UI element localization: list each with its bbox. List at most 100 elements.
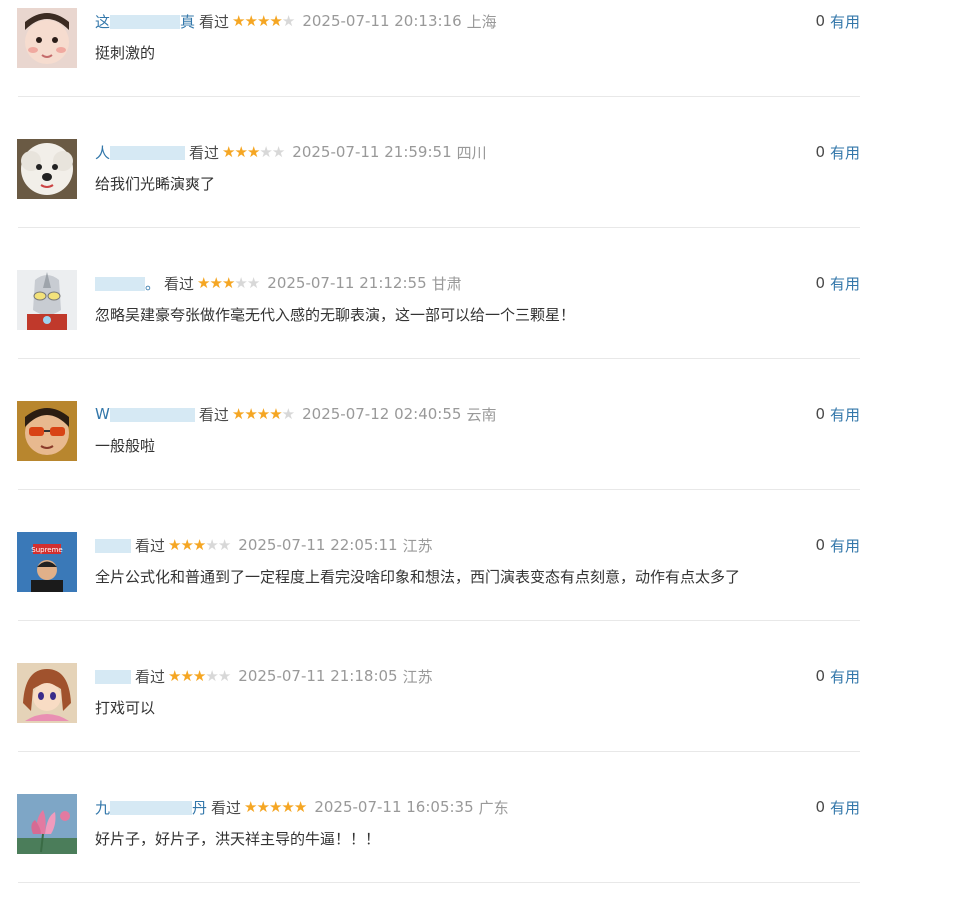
username-redacted-area: [110, 15, 181, 29]
star-empty-icon: ★: [259, 142, 272, 161]
vote-area: 0 有用: [815, 10, 860, 32]
star-filled-icon: ★: [269, 404, 282, 423]
comment-header: 这真看过 ★ ★ ★ ★ ★ 2025-07-11 20:13:16 上海: [95, 10, 497, 32]
useful-vote-button[interactable]: 有用: [830, 797, 860, 818]
avatar[interactable]: [17, 139, 77, 199]
vote-count: 0: [815, 143, 825, 161]
vote-count: 0: [815, 405, 825, 423]
star-filled-icon: ★: [256, 797, 270, 816]
comment-location: 上海: [466, 12, 497, 31]
comment-item: 人看过 ★ ★ ★ ★ ★ 2025-07-11 21:59:51 四川 给我们光睎演爽了 0 有用: [0, 131, 965, 262]
star-filled-icon: ★: [256, 404, 270, 423]
watched-status: 看过: [211, 798, 242, 817]
star-empty-icon: ★: [217, 535, 231, 554]
rating-stars: ★ ★ ★ ★ ★: [232, 404, 295, 423]
comment-list: 这真看过 ★ ★ ★ ★ ★ 2025-07-11 20:13:16 上海 挺刺激的 0 有用人看过…: [0, 0, 965, 917]
username-redacted-area: [95, 538, 131, 553]
star-filled-icon: ★: [168, 666, 181, 685]
comment-location: 四川: [456, 143, 487, 162]
comment-location: 甘肃: [431, 274, 462, 293]
watched-status: 看过: [189, 143, 220, 162]
star-filled-icon: ★: [168, 535, 181, 554]
comment-text: 忽略吴建豪夸张做作毫无代入感的无聊表演，这一部可以给一个三颗星！: [95, 306, 576, 324]
vote-area: 0 有用: [815, 141, 860, 163]
username-link[interactable]: 九丹: [95, 797, 207, 818]
baby-avatar-icon: [17, 8, 77, 68]
username-link[interactable]: [95, 536, 131, 554]
comment-header: 人看过 ★ ★ ★ ★ ★ 2025-07-11 21:59:51 四川: [95, 141, 487, 163]
username-redacted-area: [109, 407, 195, 422]
star-empty-icon: ★: [217, 666, 231, 685]
username-visible-end: 丹: [192, 798, 208, 817]
vote-count: 0: [815, 536, 825, 554]
comment-text: 好片子，好片子，洪天祥主导的牛逼！！！: [95, 830, 381, 848]
comment-header: 九丹看过 ★ ★ ★ ★ ★ 2025-07-11 16:05:35 广东: [95, 796, 509, 818]
avatar[interactable]: Supreme: [17, 532, 77, 592]
username-visible-start: 这: [95, 12, 111, 31]
watched-status: 看过: [135, 536, 166, 555]
useful-vote-button[interactable]: 有用: [830, 142, 860, 163]
username-link[interactable]: W: [95, 405, 195, 423]
vote-count: 0: [815, 667, 825, 685]
star-empty-icon: ★: [234, 273, 247, 292]
comment-time: 2025-07-11 21:59:51: [292, 143, 452, 161]
star-filled-icon: ★: [244, 797, 257, 816]
avatar[interactable]: [17, 401, 77, 461]
avatar[interactable]: [17, 270, 77, 330]
star-filled-icon: ★: [281, 797, 294, 816]
comment-text: 给我们光睎演爽了: [95, 175, 216, 193]
useful-vote-button[interactable]: 有用: [830, 404, 860, 425]
svg-text:Supreme: Supreme: [31, 546, 62, 554]
vote-count: 0: [815, 274, 825, 292]
avatar[interactable]: [17, 8, 77, 68]
watched-status: 看过: [164, 274, 195, 293]
comment-location: 江苏: [402, 667, 433, 686]
username-link[interactable]: 人: [95, 142, 186, 163]
star-filled-icon: ★: [234, 142, 247, 161]
useful-vote-button[interactable]: 有用: [830, 11, 860, 32]
white-dog-avatar-icon: [17, 139, 77, 199]
star-empty-icon: ★: [205, 666, 218, 685]
username-link[interactable]: 。: [95, 273, 160, 294]
vote-area: 0 有用: [815, 272, 860, 294]
star-filled-icon: ★: [244, 404, 257, 423]
star-filled-icon: ★: [197, 273, 210, 292]
username-link[interactable]: [95, 667, 131, 685]
useful-vote-button[interactable]: 有用: [830, 273, 860, 294]
star-filled-icon: ★: [221, 273, 235, 292]
vote-area: 0 有用: [815, 665, 860, 687]
username-redacted-area: [95, 669, 131, 684]
comment-item: 九丹看过 ★ ★ ★ ★ ★ 2025-07-11 16:05:35 广东好片子，好片子，洪天…: [0, 786, 965, 917]
star-filled-icon: ★: [232, 11, 245, 30]
useful-vote-button[interactable]: 有用: [830, 535, 860, 556]
comment-header: W 看过 ★ ★ ★ ★ ★ 2025-07-12 02:40:55 云南: [95, 403, 496, 425]
vote-area: 0 有用: [815, 796, 860, 818]
avatar[interactable]: [17, 794, 77, 854]
rating-stars: ★ ★ ★ ★ ★: [168, 535, 231, 554]
comment-item: 。看过 ★ ★ ★ ★ ★ 2025-07-11 21:12:55 甘肃 忽略吴建豪夸张做作毫无…: [0, 262, 965, 393]
username-link[interactable]: 这真: [95, 11, 195, 32]
username-visible-start: W: [95, 405, 110, 423]
comment-item: 这真看过 ★ ★ ★ ★ ★ 2025-07-11 20:13:16 上海 挺刺激的 0 有用: [0, 0, 965, 131]
comment-time: 2025-07-11 22:05:11: [238, 536, 398, 554]
useful-vote-button[interactable]: 有用: [830, 666, 860, 687]
username-redacted-area: [110, 146, 186, 160]
sunglasses-man-avatar-icon: [17, 401, 77, 461]
comment-item: W 看过 ★ ★ ★ ★ ★ 2025-07-12 02:40:55 云南 一般般啦 0 有用: [0, 393, 965, 524]
comment-time: 2025-07-11 20:13:16: [302, 12, 462, 30]
watched-status: 看过: [198, 405, 229, 424]
comment-header: 看过 ★ ★ ★ ★ ★ 2025-07-11 22:05:11 江苏: [95, 534, 433, 556]
watched-status: 看过: [199, 12, 230, 31]
vote-area: 0 有用: [815, 403, 860, 425]
watched-status: 看过: [135, 667, 166, 686]
rating-stars: ★ ★ ★ ★ ★: [197, 273, 260, 292]
comment-time: 2025-07-11 21:18:05: [238, 667, 398, 685]
username-visible-start: 人: [95, 143, 111, 162]
star-filled-icon: ★: [268, 797, 282, 816]
comment-location: 广东: [478, 798, 509, 817]
anime-girl-avatar-icon: [17, 663, 77, 723]
username-redacted-area: [95, 277, 145, 291]
avatar[interactable]: [17, 663, 77, 723]
vote-count: 0: [815, 12, 825, 30]
username-visible-end: 真: [180, 12, 196, 31]
